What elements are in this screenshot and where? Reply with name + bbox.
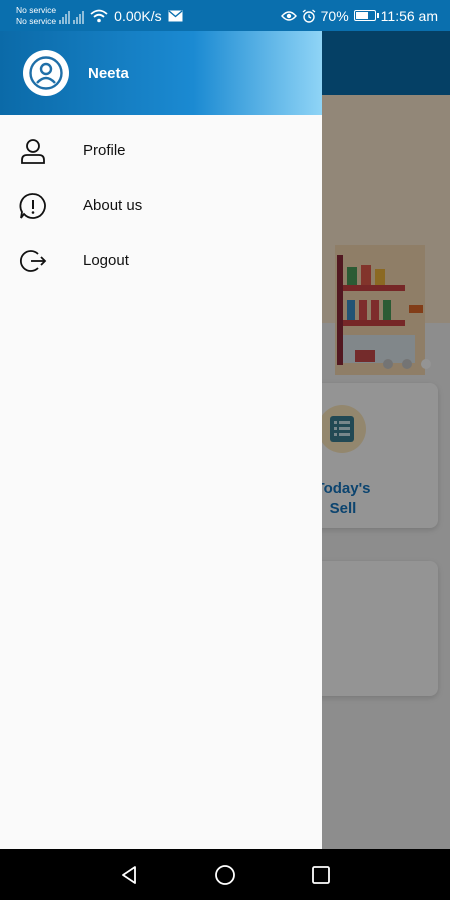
home-button[interactable] — [212, 862, 238, 888]
menu-item-label: Logout — [83, 252, 129, 269]
carrier-2: No service — [16, 15, 57, 26]
mail-icon — [168, 9, 183, 21]
system-nav-bar — [0, 849, 450, 900]
net-speed: 0.00K/s — [114, 7, 162, 24]
recents-button[interactable] — [308, 862, 334, 888]
recents-square-icon — [312, 865, 330, 884]
home-circle-icon — [215, 864, 235, 885]
alarm-icon — [302, 8, 316, 23]
menu-item-label: Profile — [83, 142, 126, 159]
person-icon — [18, 136, 48, 166]
back-button[interactable] — [116, 862, 142, 888]
menu-item-about-us[interactable]: About us — [0, 178, 322, 233]
status-bar: No service No service 0.00K/s 70% 11:56 … — [0, 0, 450, 31]
drawer-menu: Profile About us Logout — [0, 115, 322, 288]
wifi-icon — [90, 9, 108, 22]
avatar[interactable] — [23, 50, 69, 96]
back-triangle-icon — [122, 865, 136, 884]
signal-icon-2 — [73, 8, 85, 24]
clock: 11:56 am — [380, 7, 438, 24]
signal-icon — [59, 8, 71, 24]
user-name: Neeta — [88, 64, 129, 82]
battery-icon — [353, 10, 379, 21]
carrier-info: No service No service — [16, 5, 56, 27]
navigation-drawer: Neeta Profile About us Logout — [0, 31, 322, 849]
menu-item-profile[interactable]: Profile — [0, 123, 322, 178]
info-alert-icon — [18, 191, 48, 221]
drawer-header: Neeta — [0, 31, 322, 115]
carrier-1: No service — [16, 4, 57, 15]
user-avatar-icon — [29, 56, 63, 90]
menu-item-label: About us — [83, 197, 143, 214]
logout-icon — [18, 246, 48, 276]
battery-percent: 70% — [320, 7, 349, 24]
eye-icon — [280, 10, 297, 21]
menu-item-logout[interactable]: Logout — [0, 233, 322, 288]
